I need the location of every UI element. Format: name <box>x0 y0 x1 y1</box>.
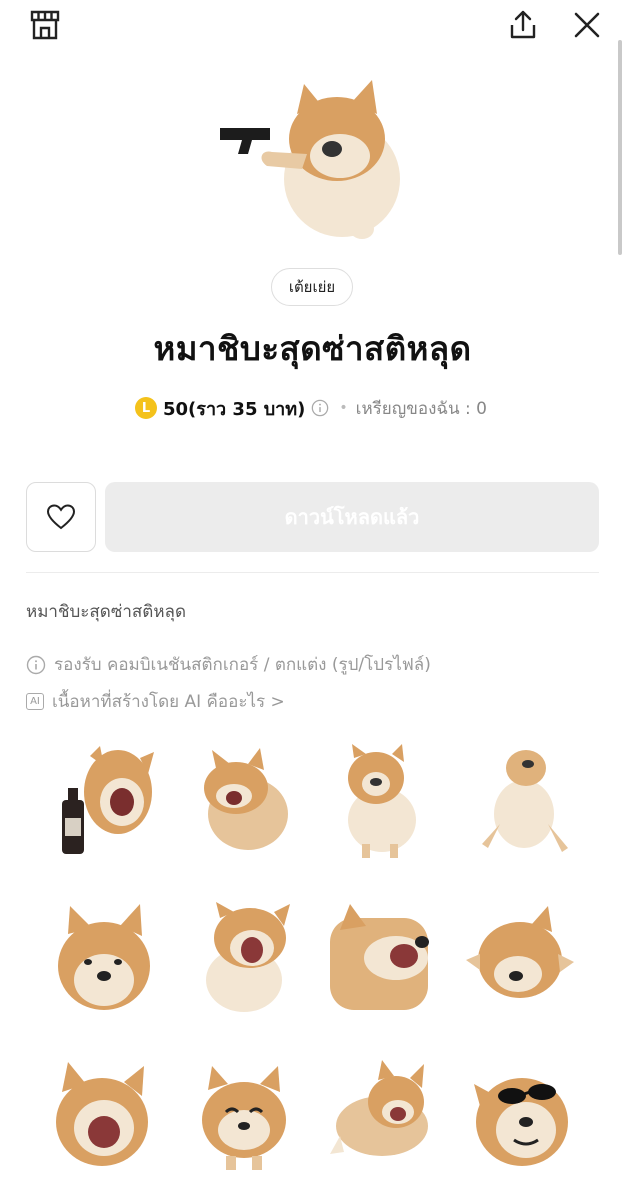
top-bar <box>0 0 625 56</box>
description: หมาชิบะสุดซ่าสติหลุด <box>26 602 186 622</box>
shop-icon[interactable] <box>28 8 62 42</box>
support-text: รองรับ คอมบิเนชันสติกเกอร์ / ตกแต่ง (รูป… <box>54 655 431 675</box>
heart-icon <box>46 504 76 530</box>
hero-sticker-shiba-gun <box>220 80 400 239</box>
sticker-shiba-blur-shout[interactable] <box>326 900 440 1020</box>
divider <box>26 572 599 573</box>
my-coins-text: เหรียญของฉัน : 0 <box>355 398 487 419</box>
info-circle-icon <box>26 655 46 674</box>
scrollbar[interactable] <box>618 40 622 255</box>
sticker-shiba-crawl[interactable] <box>326 1056 440 1176</box>
price-row: L 50(ราว 35 บาท) • เหรียญของฉัน : 0 <box>135 394 487 422</box>
favorite-button[interactable] <box>26 482 96 552</box>
sticker-shiba-howl[interactable] <box>326 744 440 864</box>
sticker-shiba-smile[interactable] <box>186 1056 300 1176</box>
sticker-shiba-scream[interactable] <box>186 900 300 1020</box>
ai-content-link[interactable]: AI เนื้อหาที่สร้างโดย AI คืออะไร > <box>26 688 285 715</box>
sticker-shiba-dancing[interactable] <box>464 744 578 864</box>
sticker-shiba-spinning[interactable] <box>464 900 578 1020</box>
sticker-title: หมาชิบะสุดซ่าสติหลุด <box>153 329 472 368</box>
share-icon[interactable] <box>506 8 540 42</box>
ai-link-text: เนื้อหาที่สร้างโดย AI คืออะไร > <box>52 692 285 712</box>
sticker-shiba-laughing[interactable] <box>186 744 300 864</box>
coin-icon: L <box>135 397 157 419</box>
separator-dot: • <box>339 400 348 416</box>
sticker-shiba-sunglasses[interactable] <box>464 1056 578 1176</box>
close-icon[interactable] <box>570 8 604 42</box>
download-button[interactable]: ดาวน์โหลดแล้ว <box>105 482 599 552</box>
ai-badge-icon: AI <box>26 693 44 710</box>
author-chip[interactable]: เต้ยเย่ย <box>271 268 353 306</box>
support-info: รองรับ คอมบิเนชันสติกเกอร์ / ตกแต่ง (รูป… <box>26 651 431 678</box>
price-text: 50(ราว 35 บาท) <box>163 398 306 420</box>
sticker-shiba-face[interactable] <box>48 900 162 1020</box>
sticker-shiba-beer[interactable] <box>48 744 162 864</box>
sticker-shiba-yelling[interactable] <box>48 1056 162 1176</box>
info-icon[interactable] <box>311 399 329 417</box>
